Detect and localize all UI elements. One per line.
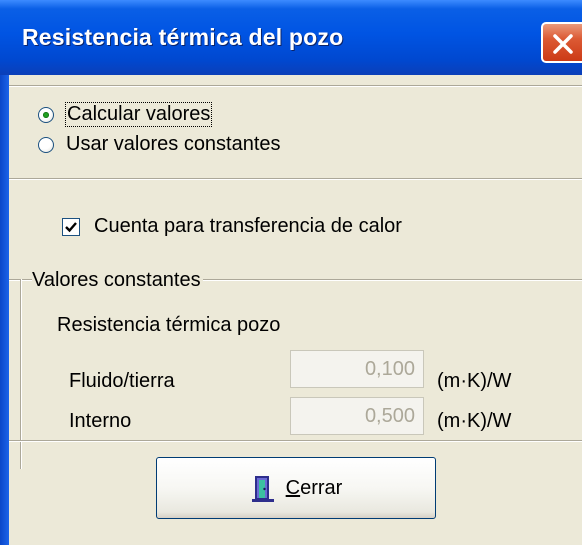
window-title: Resistencia térmica del pozo	[22, 24, 344, 50]
unit-interno: (m·K)/W	[437, 410, 512, 432]
cerrar-button-label: Cerrar	[285, 476, 343, 499]
checkbox-transferencia-calor[interactable]: Cuenta para transferencia de calor	[62, 215, 402, 238]
dialog-window: Resistencia térmica del pozo Calcular va…	[0, 0, 582, 545]
radio-usar-valores-constantes-label: Usar valores constantes	[66, 133, 281, 155]
dialog-body: Calcular valores Usar valores constantes…	[9, 75, 582, 545]
interno-field[interactable]: 0,500	[290, 397, 424, 435]
radio-button[interactable]	[38, 136, 54, 153]
label-fluido-tierra: Fluido/tierra	[69, 370, 175, 392]
close-window-button[interactable]	[541, 22, 582, 63]
window-border-left	[0, 75, 9, 545]
checkmark-icon	[65, 221, 77, 232]
separator-top	[9, 85, 582, 87]
checkbox-transferencia-calor-label: Cuenta para transferencia de calor	[94, 215, 402, 237]
title-bar[interactable]: Resistencia térmica del pozo	[0, 0, 582, 75]
section-label-resistencia: Resistencia térmica pozo	[57, 314, 281, 336]
checkbox-checked[interactable]	[62, 217, 80, 236]
radio-calcular-valores[interactable]: Calcular valores	[38, 102, 213, 127]
cerrar-button[interactable]: Cerrar	[156, 457, 436, 519]
radio-usar-valores-constantes[interactable]: Usar valores constantes	[38, 133, 281, 156]
radio-calcular-valores-label: Calcular valores	[64, 102, 213, 127]
groupbox-title: Valores constantes	[32, 269, 203, 292]
separator-mode	[9, 178, 582, 180]
fluido-tierra-field[interactable]: 0,100	[290, 350, 424, 388]
radio-button-selected[interactable]	[38, 106, 54, 123]
separator-bottom	[9, 440, 582, 442]
label-interno: Interno	[69, 410, 132, 432]
unit-fluido-tierra: (m·K)/W	[437, 370, 512, 392]
close-icon	[553, 34, 573, 54]
door-exit-icon	[250, 473, 276, 503]
